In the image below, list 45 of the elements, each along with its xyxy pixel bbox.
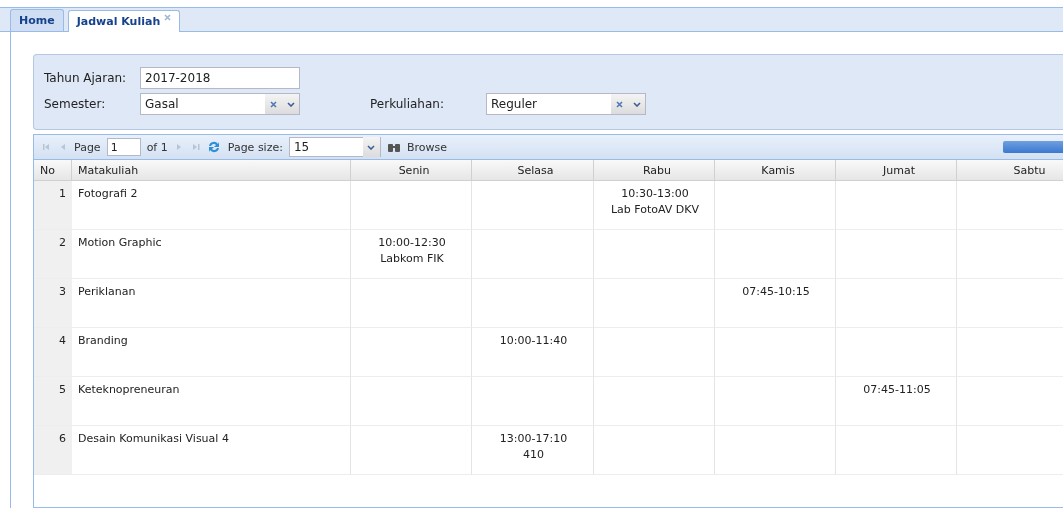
column-header[interactable]: Rabu xyxy=(594,160,715,181)
row-number: 4 xyxy=(34,328,72,377)
table-cell: 13:00-17:10 410 xyxy=(472,426,594,475)
row-number: 2 xyxy=(34,230,72,279)
column-header[interactable]: Jumat xyxy=(836,160,957,181)
row-number: 6 xyxy=(34,426,72,475)
page-label: Page xyxy=(74,140,101,154)
combo-field[interactable]: Gasal xyxy=(140,93,300,115)
table-cell: Periklanan xyxy=(72,279,351,328)
combo-field[interactable]: Reguler xyxy=(486,93,646,115)
column-header[interactable]: Sabtu xyxy=(957,160,1063,181)
row-number: 5 xyxy=(34,377,72,426)
toolbar-button[interactable] xyxy=(1003,141,1063,153)
field-label: Semester: xyxy=(44,97,107,111)
tab[interactable]: Jadwal Kuliah xyxy=(67,10,181,32)
close-icon[interactable] xyxy=(164,14,172,21)
text-field[interactable]: 2017-2018 xyxy=(140,67,300,89)
column-header[interactable]: Kamis xyxy=(715,160,836,181)
table-cell: 10:00-11:40 xyxy=(472,328,594,377)
binoculars-icon xyxy=(386,141,401,153)
column-header[interactable]: Senin xyxy=(351,160,472,181)
table-cell: 10:00-12:30 Labkom FIK xyxy=(351,230,472,279)
page-field[interactable]: 1 xyxy=(106,138,141,156)
column-header[interactable]: No xyxy=(34,160,72,181)
table-cell: Desain Komunikasi Visual 4 xyxy=(72,426,351,475)
page-size-field[interactable]: 15 xyxy=(288,137,381,157)
field-label: Tahun Ajaran: xyxy=(44,71,128,85)
table-cell: Fotografi 2 xyxy=(72,181,351,230)
clear-icon[interactable] xyxy=(270,100,277,108)
browse-button[interactable]: Browse xyxy=(406,140,447,154)
page-count: of 1 xyxy=(146,140,168,154)
page-size-label: Page size: xyxy=(227,140,283,154)
table-cell: 10:30-13:00 Lab FotoAV DKV xyxy=(594,181,715,230)
column-header[interactable]: Selasa xyxy=(472,160,594,181)
table-cell: 07:45-10:15 xyxy=(715,279,836,328)
row-number: 3 xyxy=(34,279,72,328)
tab[interactable]: Home xyxy=(10,9,64,31)
table-cell: Keteknopreneuran xyxy=(72,377,351,426)
row-number: 1 xyxy=(34,181,72,230)
table-cell: Branding xyxy=(72,328,351,377)
table-cell: Motion Graphic xyxy=(72,230,351,279)
clear-icon[interactable] xyxy=(616,100,623,108)
field-label: Perkuliahan: xyxy=(370,97,445,111)
table-cell: 07:45-11:05 xyxy=(836,377,957,426)
column-header[interactable]: Matakuliah xyxy=(72,160,351,181)
